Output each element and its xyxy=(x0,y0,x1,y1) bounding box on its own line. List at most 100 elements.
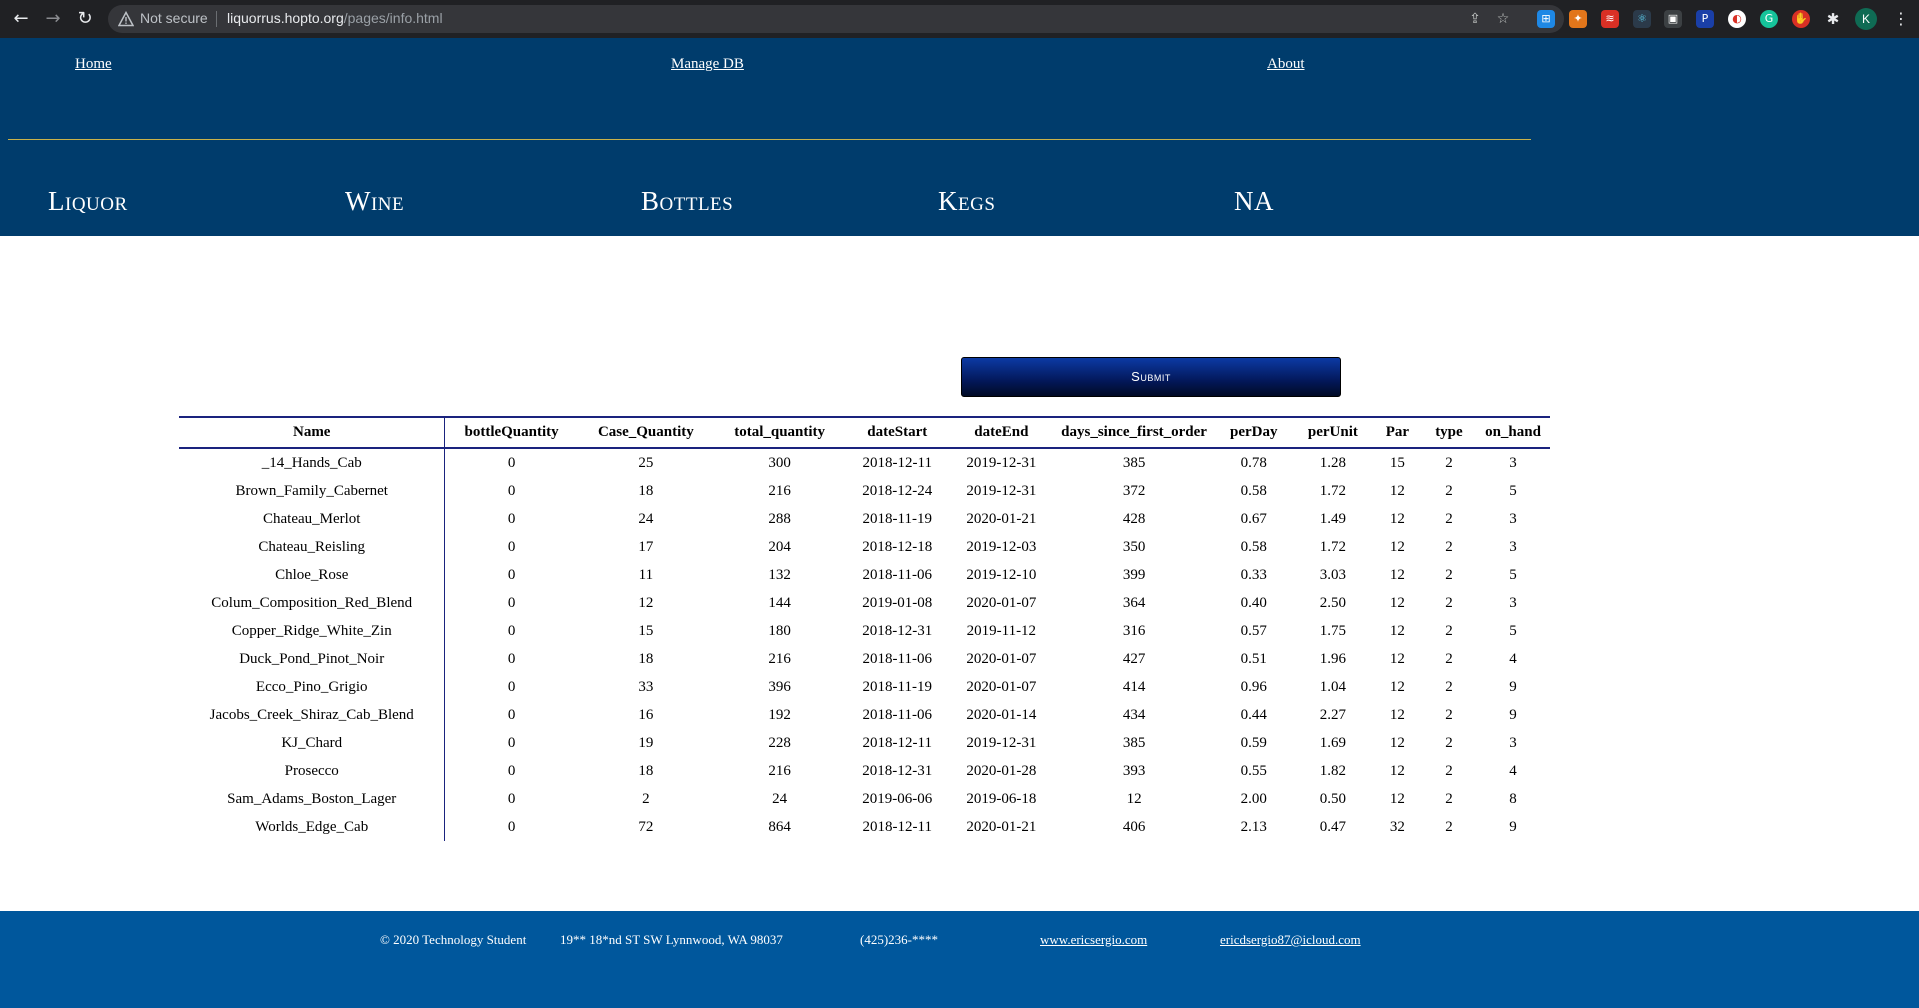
cell-total-quantity: 192 xyxy=(768,706,791,723)
table-row: _14_Hands_Cab 0 25 300 2018-12-11 2019-12-31 3… xyxy=(179,448,1550,477)
table-row: Brown_Family_Cabernet 0 18 216 2018-12-24 201… xyxy=(179,477,1550,505)
share-icon[interactable]: ⇪ xyxy=(1466,10,1484,28)
table-row: Copper_Ridge_White_Zin 0 15 180 2018-12-31 20… xyxy=(179,617,1550,645)
cell-datestart: 2019-06-06 xyxy=(862,790,933,807)
cell-type: 2 xyxy=(1445,678,1453,695)
cell-on-hand: 4 xyxy=(1509,762,1517,779)
cell-datestart: 2019-01-08 xyxy=(862,594,933,611)
back-arrow-icon[interactable]: ← xyxy=(10,8,32,30)
cell-name: Sam_Adams_Boston_Lager xyxy=(179,785,446,813)
cell-name: Ecco_Pino_Grigio xyxy=(179,673,446,701)
cell-perunit: 0.50 xyxy=(1319,790,1346,807)
footer-email-link[interactable]: ericdsergio87@icloud.com xyxy=(1220,932,1361,948)
nav-manage-db-link[interactable]: Manage DB xyxy=(671,56,744,73)
reload-icon[interactable]: ↻ xyxy=(74,8,96,30)
cell-dateend: 2020-01-21 xyxy=(966,818,1037,835)
cell-case-quantity: 11 xyxy=(638,566,654,583)
cell-par: 12 xyxy=(1389,678,1405,695)
cell-total-quantity: 396 xyxy=(768,678,791,695)
cell-on-hand: 3 xyxy=(1509,594,1517,611)
metamask-extension-icon[interactable]: ✦ xyxy=(1569,10,1587,28)
forward-arrow-icon[interactable]: → xyxy=(42,8,64,30)
browser-menu-icon[interactable]: ⋮ xyxy=(1893,8,1909,30)
address-bar[interactable]: Not secure liquorrus.hopto.org/pages/inf… xyxy=(108,5,1564,33)
cell-total-quantity: 132 xyxy=(768,566,791,583)
cell-name: Chateau_Reisling xyxy=(179,533,446,561)
cell-datestart: 2018-12-18 xyxy=(862,538,933,555)
cell-case-quantity: 18 xyxy=(638,482,654,499)
cell-type: 2 xyxy=(1445,454,1453,471)
category-liquor[interactable]: Liquor xyxy=(48,186,128,217)
cell-dateend: 2020-01-21 xyxy=(966,510,1037,527)
grammarly-icon[interactable]: G xyxy=(1760,10,1778,28)
cell-perunit: 1.75 xyxy=(1319,622,1346,639)
cell-perunit: 3.03 xyxy=(1319,566,1346,583)
cell-par: 12 xyxy=(1389,510,1405,527)
cell-bottlequantity: 0 xyxy=(507,482,516,499)
column-header-dateend: dateEnd xyxy=(949,416,1054,449)
column-header-type: type xyxy=(1421,416,1476,449)
cell-dateend: 2019-12-31 xyxy=(966,734,1037,751)
cell-name: Jacobs_Creek_Shiraz_Cab_Blend xyxy=(179,701,446,729)
cell-perunit: 1.69 xyxy=(1319,734,1346,751)
nav-home-link[interactable]: Home xyxy=(75,56,112,73)
cell-case-quantity: 15 xyxy=(638,622,654,639)
cell-type: 2 xyxy=(1445,650,1453,667)
table-body: _14_Hands_Cab 0 25 300 2018-12-11 2019-12-31 3… xyxy=(179,448,1550,841)
cell-par: 12 xyxy=(1389,622,1405,639)
inventory-table: Name bottleQuantity Case_Quantity total_qua… xyxy=(179,416,1550,841)
cell-total-quantity: 228 xyxy=(768,734,791,751)
cell-perunit: 1.04 xyxy=(1319,678,1346,695)
cell-case-quantity: 24 xyxy=(638,510,654,527)
windows-extension-icon[interactable]: ⊞ xyxy=(1537,10,1555,28)
column-header-par: Par xyxy=(1372,416,1422,449)
cell-par: 12 xyxy=(1389,594,1405,611)
cell-dateend: 2019-06-18 xyxy=(966,790,1037,807)
cell-total-quantity: 864 xyxy=(768,818,791,835)
category-kegs[interactable]: Kegs xyxy=(938,186,995,217)
cell-dateend: 2019-11-12 xyxy=(966,622,1037,639)
cell-name: Brown_Family_Cabernet xyxy=(179,477,446,505)
colorful-extension-icon[interactable]: ◐ xyxy=(1728,10,1746,28)
submit-button[interactable]: Submit xyxy=(961,357,1341,397)
cell-perday: 0.58 xyxy=(1240,482,1267,499)
screen-extension-icon[interactable]: ▣ xyxy=(1664,10,1682,28)
adblock-icon[interactable]: ✋ xyxy=(1792,10,1810,28)
table-row: Worlds_Edge_Cab 0 72 864 2018-12-11 2020-01-2… xyxy=(179,813,1550,841)
cell-on-hand: 3 xyxy=(1509,454,1517,471)
cell-total-quantity: 216 xyxy=(768,762,791,779)
table-row: Ecco_Pino_Grigio 0 33 396 2018-11-19 2020-01-… xyxy=(179,673,1550,701)
extensions-puzzle-icon[interactable]: ✱ xyxy=(1824,10,1842,28)
cell-par: 12 xyxy=(1389,734,1405,751)
cell-datestart: 2018-11-06 xyxy=(862,650,932,667)
cell-bottlequantity: 0 xyxy=(507,706,516,723)
category-bottles[interactable]: Bottles xyxy=(641,186,733,217)
category-na[interactable]: NA xyxy=(1234,186,1274,217)
site-header: Home Manage DB About Liquor Wine Bottles… xyxy=(0,38,1919,236)
category-wine[interactable]: Wine xyxy=(345,186,404,217)
column-header-bottlequantity: bottleQuantity xyxy=(444,416,578,449)
cell-perunit: 1.72 xyxy=(1319,538,1346,555)
bookmark-star-icon[interactable]: ☆ xyxy=(1494,10,1512,28)
cell-name: Copper_Ridge_White_Zin xyxy=(179,617,446,645)
url-text[interactable]: liquorrus.hopto.org/pages/info.html xyxy=(227,10,443,26)
nav-about-link[interactable]: About xyxy=(1267,56,1305,73)
profile-avatar[interactable]: K xyxy=(1855,8,1877,30)
cell-days-since-first-order: 414 xyxy=(1122,678,1146,695)
cell-on-hand: 8 xyxy=(1509,790,1517,807)
password-extension-icon[interactable]: P xyxy=(1696,10,1714,28)
cell-type: 2 xyxy=(1445,594,1453,611)
cell-name: Duck_Pond_Pinot_Noir xyxy=(179,645,446,673)
cell-perday: 2.00 xyxy=(1240,790,1267,807)
stack-extension-icon[interactable]: ≋ xyxy=(1601,10,1619,28)
cell-perunit: 2.50 xyxy=(1319,594,1346,611)
footer-website-link[interactable]: www.ericsergio.com xyxy=(1040,932,1147,948)
cell-days-since-first-order: 385 xyxy=(1122,454,1146,471)
cell-perday: 0.59 xyxy=(1240,734,1267,751)
table-row: Chateau_Reisling 0 17 204 2018-12-18 2019-12-… xyxy=(179,533,1550,561)
cell-type: 2 xyxy=(1445,566,1453,583)
react-devtools-icon[interactable]: ⚛ xyxy=(1633,10,1651,28)
cell-par: 12 xyxy=(1389,538,1405,555)
cell-case-quantity: 17 xyxy=(638,538,654,555)
cell-type: 2 xyxy=(1445,762,1453,779)
